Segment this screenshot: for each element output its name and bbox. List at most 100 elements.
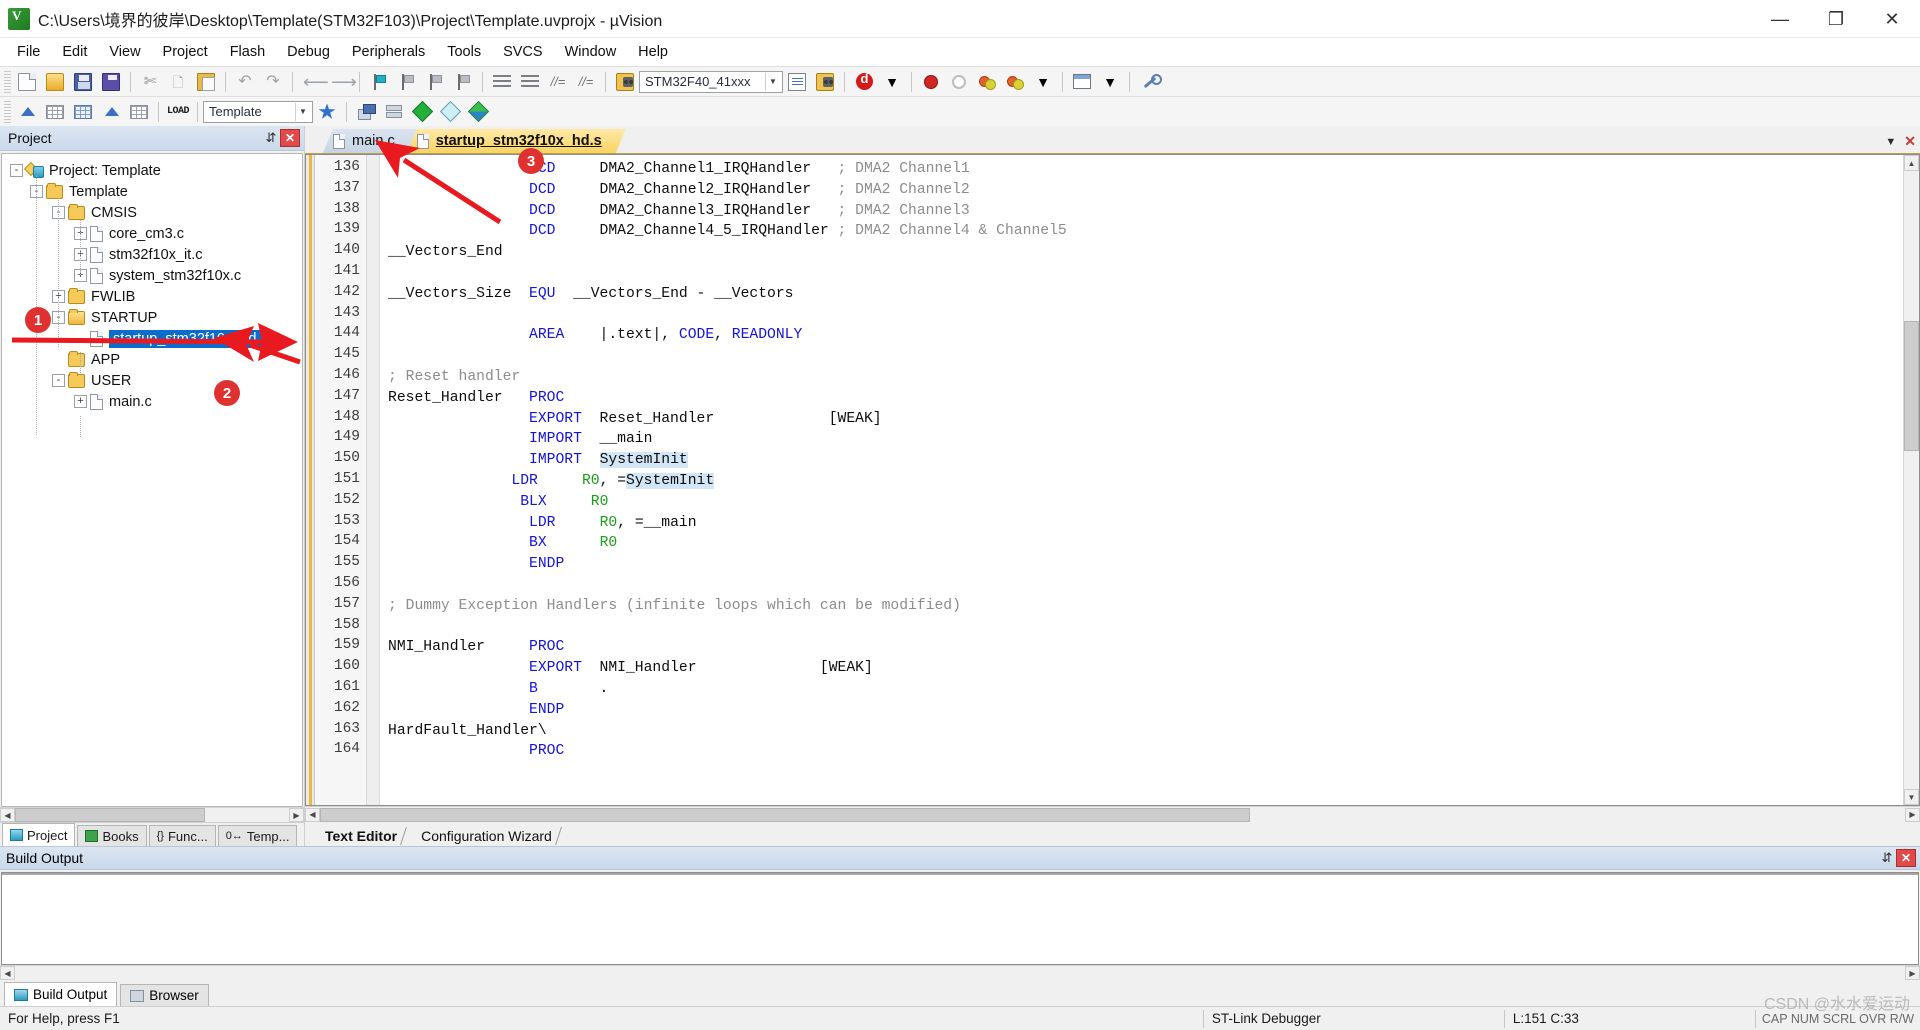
code-line[interactable] [388,617,1903,638]
scroll-left-icon[interactable]: ◀ [0,808,15,822]
scroll-left-icon[interactable]: ◀ [0,966,15,980]
tree-item-stm32f10x-it[interactable]: + stm32f10x_it.c [6,244,302,265]
comment-button[interactable]: //= [545,70,571,94]
paste-button[interactable] [193,70,219,94]
expander-icon[interactable]: + [74,227,87,240]
expander-icon[interactable]: - [52,311,65,324]
editor-hscrollbar[interactable]: ◀ ▶ [305,806,1920,822]
hscroll-track[interactable] [320,807,1905,822]
packs-button[interactable] [381,100,407,124]
build-output-hscrollbar[interactable]: ◀ ▶ [0,965,1920,980]
find-combo[interactable]: STM32F40_41xxx ▼ [639,70,783,93]
expander-icon[interactable]: + [74,395,87,408]
hscroll-thumb[interactable] [320,807,1250,822]
options-target-button[interactable] [409,100,435,124]
tab-project[interactable]: Project [2,823,76,846]
scroll-right-icon[interactable]: ▶ [289,808,304,822]
tree-item-project[interactable]: - Project: Template [6,160,302,181]
close-icon[interactable]: ✕ [280,129,300,147]
code-line[interactable]: ENDP [388,700,1903,721]
target-selector[interactable]: Template ▼ [203,100,313,123]
menu-help[interactable]: Help [627,41,679,63]
rebuild-button[interactable] [70,100,96,124]
vscroll-track[interactable] [1904,171,1919,789]
chevron-down-icon[interactable]: ▼ [295,102,310,121]
window-layout-dropdown-button[interactable]: ▼ [1097,70,1123,94]
browse-button[interactable] [812,70,838,94]
translate-button[interactable] [14,100,40,124]
find-in-files-button[interactable] [612,70,638,94]
tab-templates[interactable]: 0↔ Temp... [217,825,298,846]
tab-browser[interactable]: Browser [120,984,209,1006]
debug-session-button[interactable] [851,70,877,94]
editor-vscrollbar[interactable]: ▲ ▼ [1903,155,1919,805]
menu-view[interactable]: View [98,41,151,63]
disable-all-breakpoints-button[interactable] [1002,70,1028,94]
menu-peripherals[interactable]: Peripherals [341,41,436,63]
tree-item-startup-file[interactable]: startup_stm32f10x_hd.s [6,328,302,349]
code-line[interactable]: EXPORT NMI_Handler [WEAK] [388,658,1903,679]
vscroll-thumb[interactable] [1904,321,1919,451]
code-line[interactable]: DCD DMA2_Channel3_IRQHandler ; DMA2 Chan… [388,201,1903,222]
expander-icon[interactable]: - [52,374,65,387]
menu-svcs[interactable]: SVCS [492,41,554,63]
pin-icon[interactable]: ⇵ [1878,849,1896,867]
copy-button[interactable]: 🗋 [165,70,191,94]
new-file-button[interactable] [14,70,40,94]
menu-file[interactable]: File [6,41,51,63]
build-output-body[interactable] [1,872,1919,965]
code-editor[interactable]: 136 137 138 139 140 141 142 143 144 145 146 147 148 1… [305,154,1920,806]
tab-books[interactable]: Books [77,825,147,846]
code-line[interactable] [388,305,1903,326]
menu-project[interactable]: Project [152,41,219,63]
project-tree-container[interactable]: - Project: Template - Template - CMSIS +… [1,153,303,807]
pin-icon[interactable]: ⇵ [262,129,280,147]
editor-tab-main-c[interactable]: main.c [323,129,417,153]
breakpoints-dropdown-button[interactable]: ▼ [1030,70,1056,94]
code-line[interactable]: NMI_Handler PROC [388,637,1903,658]
download-button[interactable]: LOAD [165,100,191,124]
tree-item-template[interactable]: - Template [6,181,302,202]
configure-button[interactable] [1136,70,1162,94]
window-layout-button[interactable] [1069,70,1095,94]
code-line[interactable]: IMPORT SystemInit [388,450,1903,471]
code-line[interactable]: LDR R0, =__main [388,513,1903,534]
tree-item-cmsis[interactable]: - CMSIS [6,202,302,223]
code-line[interactable] [388,575,1903,596]
undo-button[interactable]: ↶ [232,70,258,94]
menu-flash[interactable]: Flash [219,41,276,63]
close-icon[interactable]: ✕ [1896,849,1916,867]
close-button[interactable]: ✕ [1864,0,1920,38]
save-button[interactable] [70,70,96,94]
prev-bookmark-button[interactable] [394,70,420,94]
cut-button[interactable]: ✄ [137,70,163,94]
code-line[interactable]: __Vectors_End [388,242,1903,263]
options-group-button[interactable] [437,100,463,124]
code-line[interactable]: PROC [388,741,1903,762]
options-file-button[interactable] [465,100,491,124]
chevron-down-icon[interactable]: ▼ [765,72,780,91]
tree-item-main-c[interactable]: + main.c [6,391,302,412]
code-line[interactable]: ; Reset handler [388,367,1903,388]
scroll-down-icon[interactable]: ▼ [1904,789,1919,805]
code-line[interactable]: BX R0 [388,533,1903,554]
scroll-right-icon[interactable]: ▶ [1905,807,1920,822]
navigate-back-button[interactable]: ⟵ [299,70,329,94]
code-line[interactable]: DCD DMA2_Channel1_IRQHandler ; DMA2 Chan… [388,159,1903,180]
stop-build-button[interactable] [126,100,152,124]
code-line[interactable]: ENDP [388,554,1903,575]
hscroll-thumb[interactable] [15,808,205,822]
indent-left-button[interactable] [517,70,543,94]
disable-breakpoint-button[interactable] [946,70,972,94]
code-line[interactable]: __Vectors_Size EQU __Vectors_End - __Vec… [388,284,1903,305]
tab-functions[interactable]: {} Func... [148,825,216,846]
tree-item-core-cm3[interactable]: + core_cm3.c [6,223,302,244]
code-line[interactable]: DCD DMA2_Channel2_IRQHandler ; DMA2 Chan… [388,180,1903,201]
tree-item-fwlib[interactable]: + FWLIB [6,286,302,307]
code-line[interactable]: AREA |.text|, CODE, READONLY [388,325,1903,346]
toggle-bookmark-button[interactable] [366,70,392,94]
expander-icon[interactable]: - [52,206,65,219]
toolbar-grip[interactable] [4,100,11,123]
maximize-button[interactable]: ❐ [1808,0,1864,38]
expander-icon[interactable]: + [74,269,87,282]
